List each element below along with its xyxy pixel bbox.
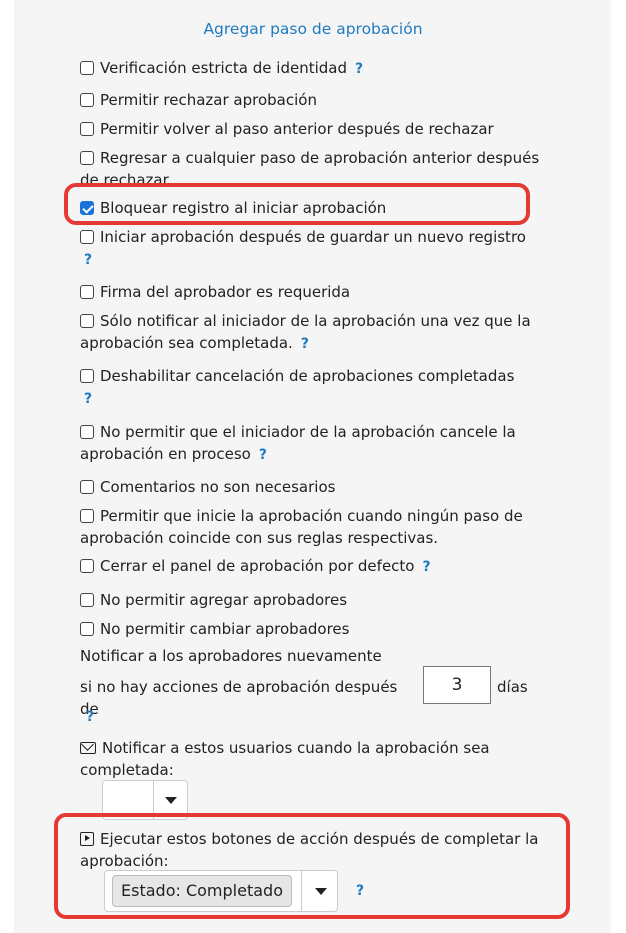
option-disable-cancel-completed[interactable]: Deshabilitar cancelación de aprobaciones… bbox=[80, 365, 540, 410]
help-icon[interactable]: ? bbox=[259, 447, 267, 463]
option-label: No permitir que el iniciador de la aprob… bbox=[80, 423, 516, 463]
help-icon[interactable]: ? bbox=[84, 391, 92, 407]
option-signature-required[interactable]: Firma del aprobador es requerida bbox=[80, 281, 540, 303]
option-label: Cerrar el panel de aprobación por defect… bbox=[100, 557, 415, 575]
option-back-previous-step[interactable]: Permitir volver al paso anterior después… bbox=[80, 118, 540, 140]
select-divider bbox=[301, 871, 302, 911]
help-icon[interactable]: ? bbox=[356, 879, 376, 902]
checkbox[interactable] bbox=[80, 285, 94, 299]
help-icon[interactable]: ? bbox=[355, 61, 363, 77]
checkbox[interactable] bbox=[80, 61, 94, 75]
renotify-label-line2: si no hay acciones de aprobación después… bbox=[80, 678, 398, 718]
help-icon[interactable]: ? bbox=[84, 252, 92, 268]
option-label: Iniciar aprobación después de guardar un… bbox=[100, 228, 526, 246]
checkbox[interactable] bbox=[80, 93, 94, 107]
option-initiator-cannot-cancel[interactable]: No permitir que el iniciador de la aprob… bbox=[80, 421, 540, 466]
checkbox[interactable] bbox=[80, 480, 94, 494]
envelope-icon bbox=[80, 742, 96, 754]
checkbox[interactable] bbox=[80, 509, 94, 523]
option-label: Firma del aprobador es requerida bbox=[100, 283, 351, 301]
checkbox[interactable] bbox=[80, 425, 94, 439]
chevron-down-icon[interactable] bbox=[315, 888, 327, 895]
option-lock-record[interactable]: Bloquear registro al iniciar aprobación bbox=[80, 197, 540, 219]
help-icon[interactable]: ? bbox=[86, 705, 106, 728]
checkbox[interactable] bbox=[80, 314, 94, 328]
option-label: No permitir agregar aprobadores bbox=[100, 591, 348, 609]
option-no-change-approvers[interactable]: No permitir cambiar aprobadores bbox=[80, 618, 540, 640]
option-no-add-approvers[interactable]: No permitir agregar aprobadores bbox=[80, 589, 540, 611]
option-label: Verificación estricta de identidad bbox=[100, 59, 347, 77]
checkbox[interactable] bbox=[80, 122, 94, 136]
option-label: Permitir rechazar aprobación bbox=[100, 91, 317, 109]
option-notify-initiator-on-complete[interactable]: Sólo notificar al iniciador de la aproba… bbox=[80, 310, 540, 355]
option-label: Permitir volver al paso anterior después… bbox=[100, 120, 494, 138]
help-icon[interactable]: ? bbox=[301, 336, 309, 352]
option-label: Bloquear registro al iniciar aprobación bbox=[100, 199, 387, 217]
option-close-panel-default[interactable]: Cerrar el panel de aprobación por defect… bbox=[80, 555, 540, 578]
checkbox[interactable] bbox=[80, 230, 94, 244]
renotify-days-input[interactable]: 3 bbox=[423, 666, 491, 704]
option-label: Permitir que inicie la aprobación cuando… bbox=[80, 507, 523, 547]
notify-users-label: Notificar a estos usuarios cuando la apr… bbox=[80, 739, 490, 779]
renotify-label-line1: Notificar a los aprobadores nuevamente bbox=[80, 647, 382, 665]
option-strict-identity[interactable]: Verificación estricta de identidad? bbox=[80, 57, 540, 80]
checkbox[interactable] bbox=[80, 622, 94, 636]
renotify-days-unit: días bbox=[497, 678, 528, 696]
option-allow-reject[interactable]: Permitir rechazar aprobación bbox=[80, 89, 540, 111]
checkbox-checked[interactable] bbox=[80, 201, 94, 215]
play-square-icon bbox=[80, 832, 94, 846]
checkbox[interactable] bbox=[80, 151, 94, 165]
checkbox[interactable] bbox=[80, 593, 94, 607]
selected-action-chip[interactable]: Estado: Completado bbox=[112, 875, 292, 907]
option-start-after-save[interactable]: Iniciar aprobación después de guardar un… bbox=[80, 226, 540, 271]
checkbox[interactable] bbox=[80, 369, 94, 383]
help-icon[interactable]: ? bbox=[422, 559, 430, 575]
checkbox[interactable] bbox=[80, 559, 94, 573]
option-label: Deshabilitar cancelación de aprobaciones… bbox=[100, 367, 515, 385]
option-start-when-no-step-matches[interactable]: Permitir que inicie la aprobación cuando… bbox=[80, 505, 540, 549]
chevron-down-icon[interactable] bbox=[165, 797, 177, 804]
option-label: No permitir cambiar aprobadores bbox=[100, 620, 350, 638]
add-approval-step-link[interactable]: Agregar paso de aprobación bbox=[0, 20, 626, 38]
action-buttons-label: Ejecutar estos botones de acción después… bbox=[80, 830, 539, 870]
option-comments-not-required[interactable]: Comentarios no son necesarios bbox=[80, 476, 540, 498]
option-label: Comentarios no son necesarios bbox=[100, 478, 336, 496]
